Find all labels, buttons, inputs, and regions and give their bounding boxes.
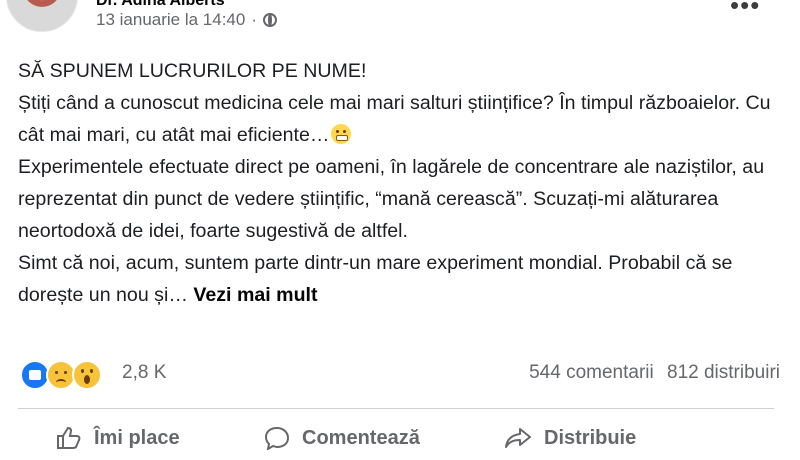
post-timestamp[interactable]: 13 ianuarie la 14:40 bbox=[96, 10, 245, 30]
share-icon bbox=[505, 428, 531, 448]
post-body: SĂ SPUNEM LUCRURILOR PE NUME! Știți când… bbox=[18, 55, 778, 311]
share-count[interactable]: 812 distribuiri bbox=[667, 362, 780, 383]
comment-icon bbox=[264, 426, 290, 450]
post-paragraph: SĂ SPUNEM LUCRURILOR PE NUME! bbox=[18, 60, 367, 82]
wow-icon bbox=[72, 360, 102, 390]
post-paragraph: Simt că noi, acum, suntem parte dintr-un… bbox=[18, 247, 778, 311]
comment-label: Comentează bbox=[302, 426, 420, 449]
like-label: Îmi place bbox=[94, 426, 180, 449]
comment-count[interactable]: 544 comentarii bbox=[529, 362, 654, 383]
avatar[interactable] bbox=[6, 0, 78, 32]
thumbs-up-icon bbox=[57, 426, 81, 449]
reaction-count[interactable]: 2,8 K bbox=[122, 362, 166, 384]
separator-dot: · bbox=[251, 10, 258, 29]
like-button[interactable]: Îmi place bbox=[56, 426, 180, 450]
comment-button[interactable]: Comentează bbox=[264, 426, 420, 450]
globe-icon[interactable] bbox=[263, 13, 278, 27]
post-paragraph-text: Simt că noi, acum, suntem parte dintr-un… bbox=[18, 252, 733, 306]
post-paragraph: Experimentele efectuate direct pe oameni… bbox=[18, 156, 765, 242]
post-meta: 13 ianuarie la 14:40 · bbox=[96, 10, 278, 30]
action-bar: Îmi place Comentează Distribuie bbox=[0, 420, 800, 460]
more-options-button[interactable]: ••• bbox=[730, 0, 760, 21]
share-button[interactable]: Distribuie bbox=[504, 426, 636, 450]
post-header: Dr. Adina Alberts 13 ianuarie la 14:40 ·… bbox=[0, 0, 800, 44]
post-paragraph-text: Știți când a cunoscut medicina cele mai … bbox=[18, 92, 771, 146]
see-more-link[interactable]: Vezi mai mult bbox=[193, 284, 317, 306]
share-label: Distribuie bbox=[544, 426, 637, 449]
reactions-bar: 2,8 K 544 comentarii 812 distribuiri bbox=[20, 358, 780, 390]
divider bbox=[18, 408, 774, 409]
post-stats: 544 comentarii 812 distribuiri bbox=[521, 362, 780, 384]
author-name[interactable]: Dr. Adina Alberts bbox=[96, 0, 225, 10]
post-paragraph: Știți când a cunoscut medicina cele mai … bbox=[18, 87, 778, 151]
reaction-icons[interactable] bbox=[20, 358, 116, 390]
grimace-emoji-icon bbox=[331, 124, 352, 144]
